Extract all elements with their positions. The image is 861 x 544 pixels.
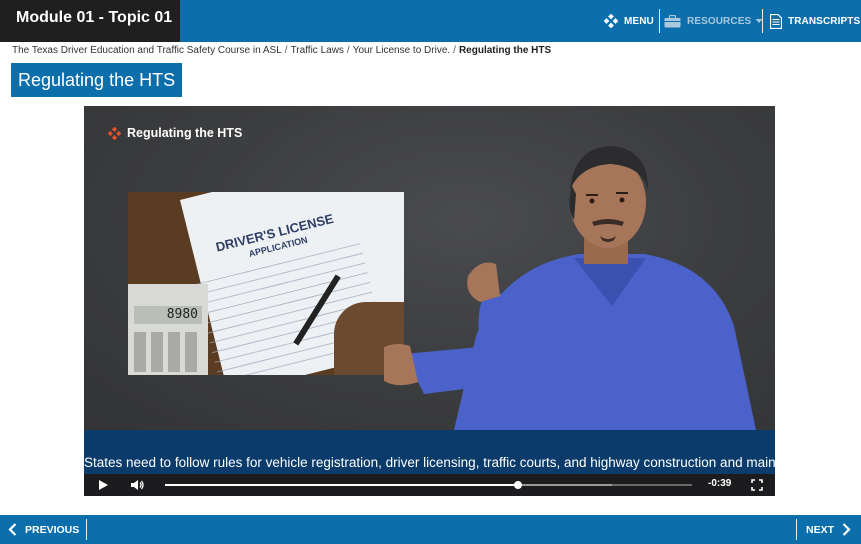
module-title: Module 01 - Topic 01 xyxy=(0,0,180,42)
seek-progress xyxy=(165,484,518,486)
slide-label-text: Regulating the HTS xyxy=(127,126,243,140)
video-player[interactable]: Regulating the HTS DRIVER'S LICENSE APPL… xyxy=(84,106,775,496)
seek-handle[interactable] xyxy=(513,481,522,489)
transcripts-label: TRANSCRIPTS xyxy=(788,15,861,27)
nav-divider xyxy=(762,9,763,33)
volume-icon[interactable] xyxy=(130,478,144,492)
play-icon[interactable] xyxy=(96,478,110,492)
previous-label: PREVIOUS xyxy=(25,523,80,536)
license-application-photo: DRIVER'S LICENSE APPLICATION 8980 xyxy=(128,192,404,375)
top-bar: Module 01 - Topic 01 MENU RESOURCES TRAN xyxy=(0,0,861,42)
calculator-display: 8980 xyxy=(134,306,202,324)
transcripts-button[interactable]: TRANSCRIPTS xyxy=(770,0,860,42)
page-title: Regulating the HTS xyxy=(11,63,183,97)
breadcrumb-item[interactable]: Traffic Laws xyxy=(291,45,344,56)
calculator: 8980 xyxy=(128,284,208,375)
chevron-left-icon xyxy=(8,523,17,536)
caption-text: States need to follow rules for vehicle … xyxy=(84,455,775,470)
menu-label: MENU xyxy=(624,15,654,27)
slide-label: Regulating the HTS xyxy=(108,126,242,140)
nav-divider xyxy=(86,519,87,540)
resources-label: RESOURCES xyxy=(687,15,752,27)
diamond-cluster-icon xyxy=(108,126,121,140)
nav-divider xyxy=(659,9,660,33)
time-remaining: -0:39 xyxy=(708,478,732,489)
previous-button[interactable]: PREVIOUS xyxy=(0,515,79,544)
next-label: NEXT xyxy=(805,523,834,536)
breadcrumb: The Texas Driver Education and Traffic S… xyxy=(12,45,552,56)
nav-divider xyxy=(796,519,797,540)
seek-bar[interactable] xyxy=(165,481,692,489)
next-button[interactable]: NEXT xyxy=(806,515,861,544)
breadcrumb-current: Regulating the HTS xyxy=(458,45,552,56)
video-controls: -0:39 xyxy=(84,474,775,496)
chevron-right-icon xyxy=(842,523,851,536)
fullscreen-icon[interactable] xyxy=(750,478,764,492)
breadcrumb-item[interactable]: The Texas Driver Education and Traffic S… xyxy=(12,45,282,56)
asl-interpreter xyxy=(384,146,756,430)
resources-dropdown[interactable]: RESOURCES xyxy=(664,0,763,42)
document-icon xyxy=(770,13,782,29)
bottom-nav-bar: PREVIOUS NEXT xyxy=(0,515,861,544)
briefcase-icon xyxy=(664,14,681,27)
menu-button[interactable]: MENU xyxy=(604,0,654,42)
breadcrumb-item[interactable]: Your License to Drive. xyxy=(353,45,450,56)
diamond-cluster-icon xyxy=(604,14,618,28)
